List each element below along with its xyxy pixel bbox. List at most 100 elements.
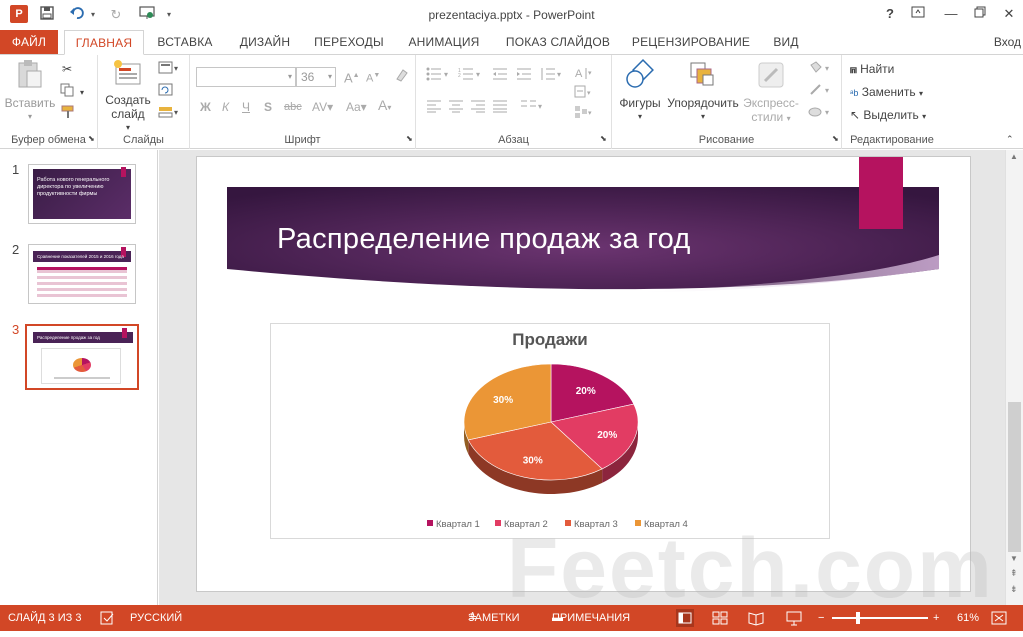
vertical-scrollbar[interactable]: ▲ ▼ ⇞ ⇟ [1005,150,1023,605]
shape-fill-icon[interactable]: ▾ [808,61,834,79]
tab-home[interactable]: ГЛАВНАЯ [64,30,144,55]
zoom-in-button[interactable]: + [933,605,939,631]
previous-slide-icon[interactable]: ⇞ [1010,568,1018,579]
text-direction-icon[interactable]: A ▾ [574,65,594,85]
shape-outline-icon[interactable]: ▾ [808,83,834,101]
paragraph-launcher-icon[interactable]: ⬊ [600,131,607,147]
replace-button[interactable]: ᵃb Заменить ▾ [850,84,923,102]
reset-icon[interactable] [158,83,174,101]
thumb1-title: Работа нового генерального директора по … [37,177,110,197]
status-bar: СЛАЙД 3 ИЗ 3 РУССКИЙ ≙ ЗАМЕТКИ ▬ ПРИМЕЧА… [0,605,1023,631]
legend-label-2: Квартал 2 [504,519,548,530]
layout-icon[interactable]: ▾ [158,61,182,79]
find-button[interactable]: ⩎ Найти [850,61,894,77]
thumb3-legend [54,377,110,379]
thumb2-table [37,267,127,297]
arrange-button[interactable]: Упорядочить ▾ [666,59,740,124]
justify-icon[interactable] [492,99,508,117]
slide-thumbnail-3[interactable]: Распределение продаж за год [25,324,139,390]
minimize-button[interactable]: — [939,4,963,24]
restore-button[interactable] [968,4,992,24]
clear-formatting-icon[interactable] [394,67,410,87]
help-button[interactable]: ? [878,4,902,24]
tab-slideshow[interactable]: ПОКАЗ СЛАЙДОВ [500,30,616,54]
align-text-icon[interactable]: ▾ [574,85,594,103]
zoom-level[interactable]: 61% [957,605,979,631]
clipboard-group-label: Буфер обмена [11,134,86,146]
font-color-icon[interactable]: A▾ [378,97,391,116]
new-slide-button[interactable]: Создать слайд ▾ [102,59,154,135]
section-icon[interactable]: ▾ [158,105,182,123]
columns-icon[interactable]: ▾ [520,99,546,117]
numbering-icon[interactable]: 1 2 ▾ [458,67,484,85]
find-label: Найти [860,62,895,76]
shapes-button[interactable]: Фигуры ▾ [616,59,664,124]
tab-animations[interactable]: АНИМАЦИЯ [402,30,486,54]
copy-icon[interactable] [60,83,76,101]
align-left-icon[interactable] [426,99,442,117]
strikethrough-button[interactable]: abc [284,99,302,115]
slide[interactable]: Распределение продаж за год Продажи 20% 2… [196,156,971,592]
shrink-font-icon[interactable]: A▼ [366,68,380,87]
bullets-icon[interactable]: ▾ [426,67,452,85]
smartart-icon[interactable]: ▾ [574,105,594,123]
italic-button[interactable]: К [222,99,229,115]
tab-insert[interactable]: ВСТАВКА [152,30,218,54]
font-size-combo[interactable]: 36 ▾ [296,67,336,87]
align-right-icon[interactable] [470,99,486,117]
editing-group-label: Редактирование [850,134,934,146]
language-indicator[interactable]: РУССКИЙ [130,605,182,631]
copy-dropdown-icon[interactable]: ▾ [80,85,84,101]
chart-frame[interactable]: Продажи 20% 20% 30% 30% Квартал 1 Квартал 2 Кв… [270,323,830,539]
select-button[interactable]: ↖ Выделить ▾ [850,107,926,125]
svg-text:A: A [575,68,583,80]
slide-sorter-icon[interactable] [712,609,728,637]
drawing-launcher-icon[interactable]: ⬊ [832,131,839,147]
zoom-slider-track[interactable] [832,617,928,619]
tab-review[interactable]: РЕЦЕНЗИРОВАНИЕ [628,30,754,54]
collapse-ribbon-icon[interactable]: ⌃ [1006,131,1014,147]
increase-indent-icon[interactable] [516,67,532,85]
character-spacing-icon[interactable]: AV▾ [312,99,333,115]
align-center-icon[interactable] [448,99,464,117]
reading-view-icon[interactable] [748,609,764,637]
grow-font-icon[interactable]: A▲ [344,68,360,86]
binoculars-icon: ⩎ [850,62,857,76]
format-painter-icon[interactable] [60,105,76,123]
zoom-out-button[interactable]: − [818,605,824,631]
tab-view[interactable]: ВИД [766,30,806,54]
slide-thumbnail-2[interactable]: Сравнение показателей 2015 и 2016 года [28,244,136,304]
bold-button[interactable]: Ж [200,99,211,115]
spellcheck-icon[interactable] [100,605,116,631]
scroll-up-icon[interactable]: ▲ [1010,152,1018,161]
paste-button[interactable]: Вставить ▾ [4,59,56,124]
tab-design[interactable]: ДИЗАЙН [232,30,298,54]
shape-effects-icon[interactable]: ▾ [808,105,834,123]
sign-in-link[interactable]: Вход [994,30,1021,54]
slideshow-view-icon[interactable] [786,609,802,637]
decrease-indent-icon[interactable] [492,67,508,85]
shadow-button[interactable]: S [264,99,272,115]
change-case-icon[interactable]: Aa▾ [346,99,367,115]
close-button[interactable]: ✕ [997,4,1021,24]
underline-button[interactable]: Ч [242,99,250,115]
slide-title[interactable]: Распределение продаж за год [277,223,691,256]
quick-styles-button[interactable]: Экспресс- стили ▾ [738,59,804,126]
scroll-down-icon[interactable]: ▼ [1010,554,1018,563]
paragraph-group: ▾ 1 2 ▾ ▾ A ▾ ▾ ▾ ▾ Абзац ⬊ [416,55,612,149]
next-slide-icon[interactable]: ⇟ [1010,584,1018,595]
line-spacing-icon[interactable]: ▾ [540,67,564,85]
font-name-combo[interactable]: ▾ [196,67,296,87]
font-launcher-icon[interactable]: ⬊ [406,131,413,147]
clipboard-launcher-icon[interactable]: ⬊ [88,131,95,147]
tab-file[interactable]: ФАЙЛ [0,30,58,54]
cut-icon[interactable]: ✂ [62,61,72,77]
zoom-slider-thumb[interactable] [856,612,860,624]
tab-transitions[interactable]: ПЕРЕХОДЫ [312,30,386,54]
slide-editor-canvas[interactable]: Распределение продаж за год Продажи 20% 2… [159,150,1005,615]
normal-view-icon[interactable] [676,609,694,627]
slide-thumbnail-1[interactable]: Работа нового генерального директора по … [28,164,136,224]
ribbon-display-options-icon[interactable] [906,4,930,24]
scroll-thumb[interactable] [1008,402,1021,552]
fit-slide-icon[interactable] [990,609,1008,637]
